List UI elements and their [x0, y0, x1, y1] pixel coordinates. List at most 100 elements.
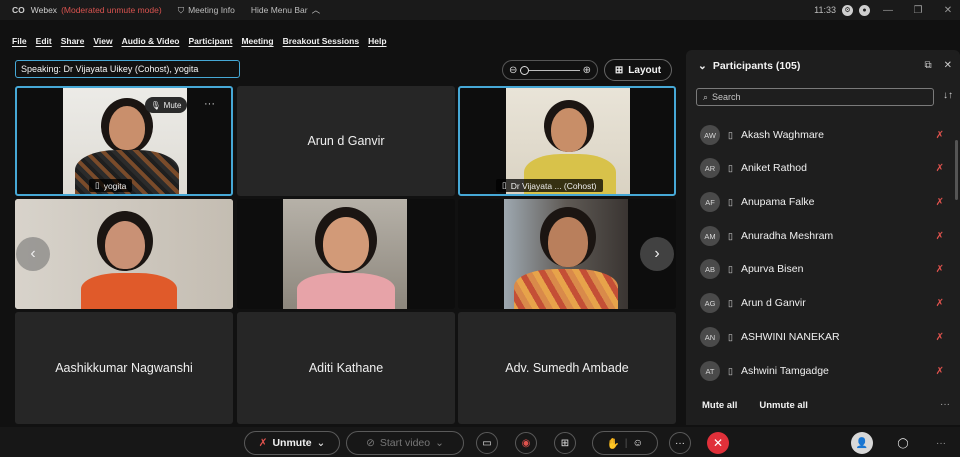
muted-microphone-icon[interactable]: ✗: [936, 332, 944, 343]
muted-microphone-icon[interactable]: ✗: [936, 231, 944, 242]
menu-breakout-sessions[interactable]: Breakout Sessions: [283, 36, 360, 46]
participant-name: ASHWINI NANEKAR: [740, 331, 840, 343]
unmute-button[interactable]: ✗ Unmute ⌄: [244, 431, 340, 455]
restore-button[interactable]: ❐: [906, 5, 930, 16]
previous-page-button[interactable]: ‹: [16, 237, 50, 271]
video-tile-participant-5[interactable]: [237, 199, 455, 309]
chevron-down-icon[interactable]: ⌄: [698, 60, 707, 72]
participant-row[interactable]: AR ▯ Aniket Rathod ✗: [700, 158, 944, 178]
participant-row[interactable]: AB ▯ Apurva Bisen ✗: [700, 259, 944, 279]
tile-name-yogita: yogita: [103, 180, 127, 191]
emoji-icon[interactable]: ☺: [633, 437, 644, 449]
mute-participant-button[interactable]: 🎙 Mute: [145, 97, 187, 113]
participant-row[interactable]: AT ▯ Ashwini Tamgadge ✗: [700, 361, 944, 381]
shield-icon: ⛉: [177, 4, 185, 15]
meeting-toolbar: ✗ Unmute ⌄ ⊘ Start video ⌄ ▭ ◉ ⊞ ✋ | ☺ ·…: [0, 427, 960, 457]
zoom-out-icon[interactable]: ⊖: [509, 65, 517, 76]
avatar: AF: [700, 192, 720, 212]
participant-row[interactable]: AN ▯ ASHWINI NANEKAR ✗: [700, 327, 944, 347]
leave-meeting-button[interactable]: ✕: [707, 432, 729, 454]
hide-menu-bar-button[interactable]: Hide Menu Bar ︿: [251, 4, 320, 16]
person-face: [323, 217, 369, 271]
close-panel-icon[interactable]: ✕: [944, 60, 952, 71]
layout-button[interactable]: ⊞ Layout: [604, 59, 672, 81]
menu-edit[interactable]: Edit: [36, 36, 52, 46]
zoom-control[interactable]: ⊖ ⊕: [502, 60, 598, 80]
sort-icon[interactable]: ↓↑: [943, 90, 953, 101]
video-tile-yogita[interactable]: ▯ yogita: [15, 86, 233, 196]
next-page-button[interactable]: ›: [640, 237, 674, 271]
participant-row[interactable]: AF ▯ Anupama Falke ✗: [700, 192, 944, 212]
menu-file[interactable]: File: [12, 36, 27, 46]
zoom-slider-knob[interactable]: [520, 65, 530, 75]
participant-row[interactable]: AG ▯ Arun d Ganvir ✗: [700, 293, 944, 313]
unmute-label: Unmute: [272, 437, 312, 449]
more-options-icon[interactable]: ···: [204, 98, 215, 110]
device-icon: ▯: [728, 230, 733, 241]
person-face: [109, 106, 145, 150]
more-panels-button[interactable]: ···: [930, 432, 952, 454]
video-tile-aashikkumar[interactable]: Aashikkumar Nagwanshi: [15, 312, 233, 424]
participants-scrollbar[interactable]: [955, 140, 958, 200]
moderated-mode-text: (Moderated unmute mode): [61, 5, 162, 15]
user-status-icon[interactable]: ●: [859, 4, 870, 16]
mute-all-button[interactable]: Mute all: [702, 400, 737, 411]
name-label-vijayata: ▯ Dr Vijayata ... (Cohost): [496, 179, 603, 192]
raise-hand-icon[interactable]: ✋: [607, 437, 620, 450]
device-icon: ▯: [728, 263, 733, 274]
participant-search-input[interactable]: ⌕ Search: [696, 88, 934, 106]
zoom-in-icon[interactable]: ⊕: [583, 65, 591, 76]
device-icon: ▯: [728, 162, 733, 173]
meeting-info-button[interactable]: ⛉ Meeting Info: [178, 5, 235, 16]
muted-microphone-icon[interactable]: ✗: [936, 197, 944, 208]
person-face: [105, 221, 145, 269]
chat-icon: ◯: [897, 437, 909, 449]
minimize-button[interactable]: —: [876, 5, 900, 16]
pop-out-icon[interactable]: ⧉: [924, 60, 931, 71]
title-bar-right: 11:33 ⚙ ● — ❐ ✕: [814, 0, 960, 20]
chat-button[interactable]: ◯: [892, 432, 914, 454]
device-icon: ▯: [728, 297, 733, 308]
start-video-button[interactable]: ⊘ Start video ⌄: [346, 431, 464, 455]
menu-participant[interactable]: Participant: [189, 36, 233, 46]
more-options-icon[interactable]: ···: [940, 399, 950, 410]
apps-button[interactable]: ⊞: [554, 432, 576, 454]
close-window-button[interactable]: ✕: [936, 5, 960, 16]
unmute-all-button[interactable]: Unmute all: [759, 400, 808, 411]
muted-microphone-icon[interactable]: ✗: [936, 163, 944, 174]
gear-icon[interactable]: ⚙: [842, 4, 853, 16]
tile-name-sumedh: Adv. Sumedh Ambade: [505, 361, 629, 375]
menu-meeting[interactable]: Meeting: [241, 36, 273, 46]
muted-microphone-icon[interactable]: ✗: [936, 366, 944, 377]
menu-view[interactable]: View: [93, 36, 112, 46]
zoom-slider[interactable]: [520, 65, 580, 75]
more-options-icon: ···: [936, 437, 946, 449]
video-tile-sumedh[interactable]: Adv. Sumedh Ambade: [458, 312, 676, 424]
muted-microphone-icon[interactable]: ✗: [936, 264, 944, 275]
video-tile-vijayata[interactable]: ▯ Dr Vijayata ... (Cohost): [458, 86, 676, 196]
muted-microphone-icon[interactable]: ✗: [936, 298, 944, 309]
reactions-group[interactable]: ✋ | ☺: [592, 431, 658, 455]
video-tile-aditi[interactable]: Aditi Kathane: [237, 312, 455, 424]
participants-panel: ⌄ Participants (105) ⧉ ✕ ⌕ Search ↓↑ AW …: [686, 50, 960, 425]
muted-microphone-icon[interactable]: ✗: [936, 130, 944, 141]
record-button[interactable]: ◉: [515, 432, 537, 454]
participants-header[interactable]: ⌄ Participants (105): [698, 60, 800, 72]
tile-name-aditi: Aditi Kathane: [308, 361, 384, 375]
video-tile-arun[interactable]: Arun d Ganvir: [237, 86, 455, 196]
participants-title: Participants (105): [712, 60, 801, 72]
participant-row[interactable]: AM ▯ Anuradha Meshram ✗: [700, 226, 944, 246]
share-button[interactable]: ▭: [476, 432, 498, 454]
divider: |: [624, 437, 628, 449]
menu-help[interactable]: Help: [368, 36, 386, 46]
person-body: [514, 269, 618, 309]
avatar: AT: [700, 361, 720, 381]
menu-share[interactable]: Share: [61, 36, 85, 46]
close-icon: ✕: [712, 436, 724, 450]
participants-button[interactable]: 👤: [851, 432, 873, 454]
more-options-button[interactable]: ···: [669, 432, 691, 454]
participant-row[interactable]: AW ▯ Akash Waghmare ✗: [700, 125, 944, 145]
menu-audio-video[interactable]: Audio & Video: [122, 36, 180, 46]
participant-name: Anupama Falke: [740, 196, 815, 208]
microphone-icon: 🎙: [150, 100, 161, 110]
